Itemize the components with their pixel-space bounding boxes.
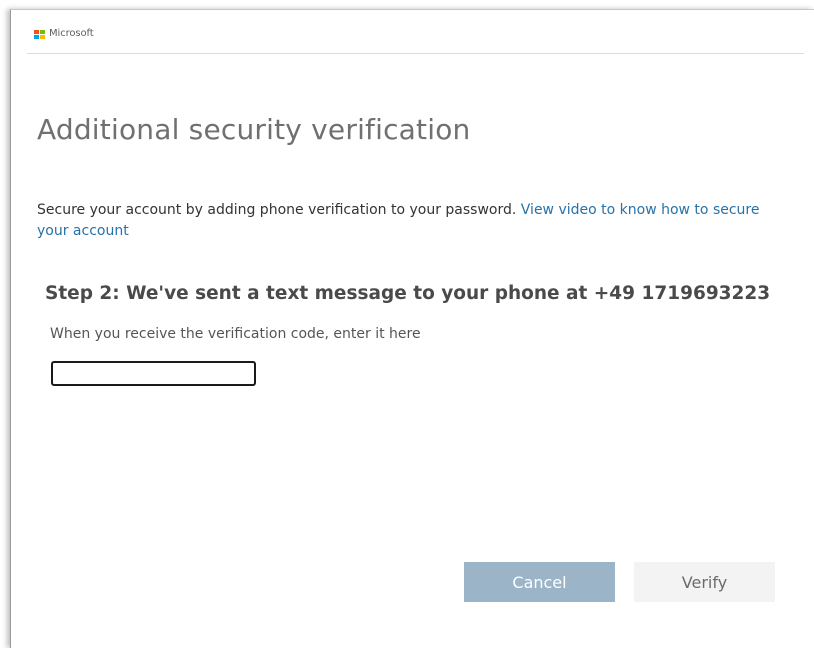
intro-text: Secure your account by adding phone veri… [37, 202, 521, 218]
page-title: Additional security verification [37, 113, 471, 146]
step-title: Step 2: We've sent a text message to you… [45, 283, 771, 304]
header-bar: Microsoft [27, 24, 804, 54]
logo-yellow-square [40, 35, 45, 39]
verification-code-input[interactable] [51, 361, 256, 386]
logo-red-square [34, 30, 39, 34]
verify-button[interactable]: Verify [634, 562, 775, 602]
intro-paragraph: Secure your account by adding phone veri… [37, 200, 767, 242]
logo-blue-square [34, 35, 39, 39]
cancel-button[interactable]: Cancel [464, 562, 615, 602]
verification-code-label: When you receive the verification code, … [50, 326, 421, 342]
dialog-window: Microsoft Additional security verificati… [10, 9, 814, 648]
microsoft-logo-icon [34, 30, 46, 39]
brand-name: Microsoft [49, 28, 94, 39]
logo-green-square [40, 30, 45, 34]
